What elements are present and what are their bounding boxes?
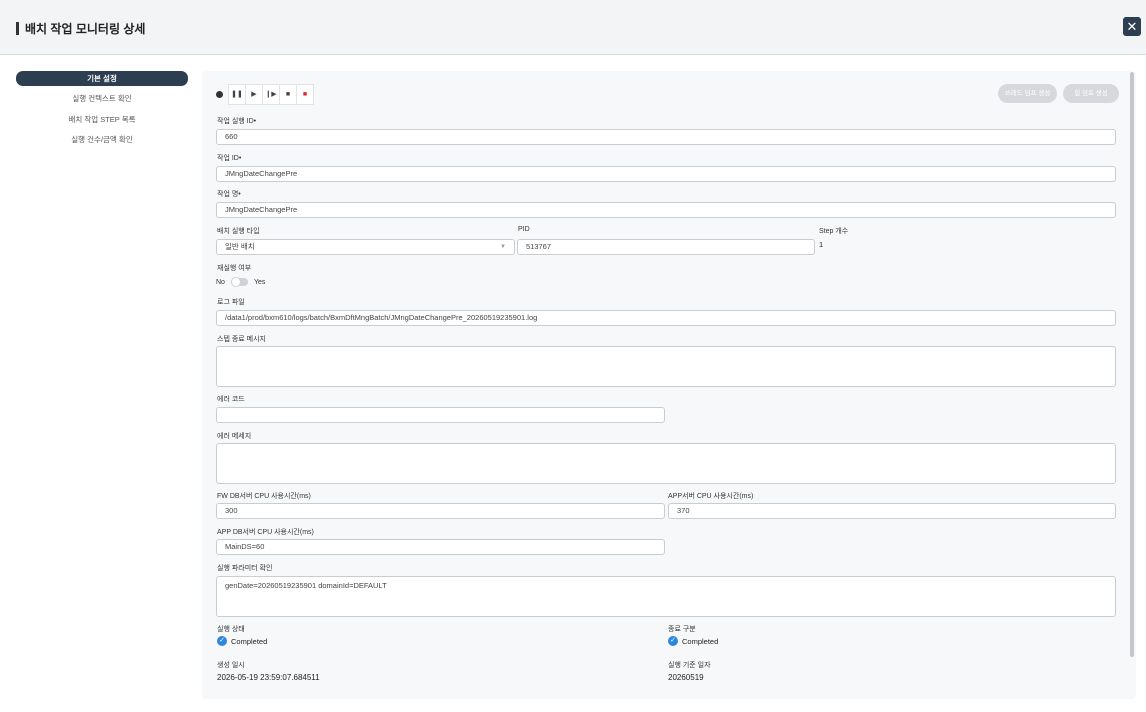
fw-db-cpu-label: FW DB서버 CPU 사용시간(ms) <box>217 493 311 500</box>
thread-dump-button[interactable]: 쓰레드 덤프 생성 <box>998 84 1057 103</box>
job-name-field[interactable]: JMngDateChangePre <box>216 202 1116 218</box>
job-name-label: 작업 명• <box>217 191 241 198</box>
exec-params-field[interactable]: genDate=20260519235901 domainId=DEFAULT <box>216 576 1116 617</box>
check-circle-icon: ✓ <box>668 636 678 646</box>
play-icon[interactable]: ▶ <box>245 83 263 105</box>
app-cpu-field[interactable]: 370 <box>668 503 1116 519</box>
pid-label: PID <box>518 226 530 233</box>
created-at-value: 2026-05-19 23:59:07.684511 <box>217 673 320 682</box>
sidebar: 기본 설정 실행 컨텍스트 확인 배치 작업 STEP 목록 실행 건수/금액 … <box>16 71 188 154</box>
job-id-label: 작업 ID• <box>217 155 242 162</box>
error-code-label: 에러 코드 <box>217 396 245 403</box>
end-type-badge: ✓ Completed <box>668 636 718 646</box>
rerun-toggle[interactable] <box>230 277 248 287</box>
title-accent-bar <box>16 22 19 35</box>
step-end-msg-field[interactable] <box>216 346 1116 387</box>
page-title: 배치 작업 모니터링 상세 <box>25 22 146 36</box>
end-type-label: 종료 구분 <box>668 626 696 633</box>
app-db-cpu-label: APP DB서버 CPU 사용시간(ms) <box>217 529 314 536</box>
job-exec-id-label: 작업 실행 ID• <box>217 118 257 125</box>
rerun-label: 재실행 여부 <box>217 265 252 272</box>
exec-params-label: 실행 파라미터 확인 <box>217 565 273 572</box>
stop-red-icon[interactable]: ■ <box>296 83 314 105</box>
step-forward-icon[interactable]: ❙▶ <box>262 83 280 105</box>
app-db-cpu-field[interactable]: MainDS=60 <box>216 539 665 555</box>
base-date-label: 실행 기준 일자 <box>668 662 711 669</box>
base-date-value: 20260519 <box>668 673 704 682</box>
heap-dump-button[interactable]: 힙 덤프 생성 <box>1063 84 1119 103</box>
error-msg-label: 에러 메세지 <box>217 433 252 440</box>
check-circle-icon: ✓ <box>217 636 227 646</box>
chevron-down-icon: ▼ <box>500 244 506 250</box>
vertical-scrollbar[interactable] <box>1130 72 1134 657</box>
step-count-value: 1 <box>819 240 824 249</box>
job-exec-id-field[interactable]: 660 <box>216 129 1116 145</box>
detail-panel: ❚❚ ▶ ❙▶ ■ ■ 쓰레드 덤프 생성 힙 덤프 생성 작업 실행 ID• … <box>202 71 1136 699</box>
exec-status-value: Completed <box>231 636 268 646</box>
modal-header: 배치 작업 모니터링 상세 ✕ <box>0 0 1146 55</box>
exec-type-label: 배치 실행 타입 <box>217 228 260 235</box>
end-type-value: Completed <box>682 636 719 646</box>
rerun-no-label: No <box>216 278 225 286</box>
created-at-label: 생성 일시 <box>217 662 245 669</box>
log-file-label: 로그 파일 <box>217 299 245 306</box>
exec-type-select[interactable]: 일반 배치 ▼ <box>216 239 515 255</box>
app-cpu-label: APP서버 CPU 사용시간(ms) <box>668 493 754 500</box>
fw-db-cpu-field[interactable]: 300 <box>216 503 665 519</box>
step-count-label: Step 개수 <box>819 228 849 235</box>
log-file-field[interactable]: /data1/prod/bxm610/logs/batch/BxmDftMngB… <box>216 310 1116 326</box>
sidebar-item-basic-settings[interactable]: 기본 설정 <box>16 71 188 86</box>
error-msg-field[interactable] <box>216 443 1116 484</box>
error-code-field[interactable] <box>216 407 665 423</box>
sidebar-item-exec-context[interactable]: 실행 컨텍스트 확인 <box>16 92 188 105</box>
stop-icon[interactable]: ■ <box>279 83 297 105</box>
exec-status-label: 실행 상태 <box>217 626 245 633</box>
step-end-msg-label: 스텝 종료 메시지 <box>217 336 266 343</box>
rerun-toggle-group: No Yes <box>216 277 266 287</box>
execution-toolbar: ❚❚ ▶ ❙▶ ■ ■ <box>216 83 314 105</box>
close-button[interactable]: ✕ <box>1123 17 1141 36</box>
pid-field[interactable]: 513767 <box>517 239 815 255</box>
rerun-yes-label: Yes <box>253 278 266 286</box>
exec-status-badge: ✓ Completed <box>217 636 267 646</box>
exec-type-value: 일반 배치 <box>225 242 255 251</box>
sidebar-item-step-list[interactable]: 배치 작업 STEP 목록 <box>16 113 188 126</box>
pause-icon[interactable]: ❚❚ <box>228 83 246 105</box>
record-icon[interactable] <box>216 90 223 98</box>
toggle-knob <box>230 277 241 287</box>
job-id-field[interactable]: JMngDateChangePre <box>216 166 1116 182</box>
sidebar-item-count-amount[interactable]: 실행 건수/금액 확인 <box>16 133 188 146</box>
